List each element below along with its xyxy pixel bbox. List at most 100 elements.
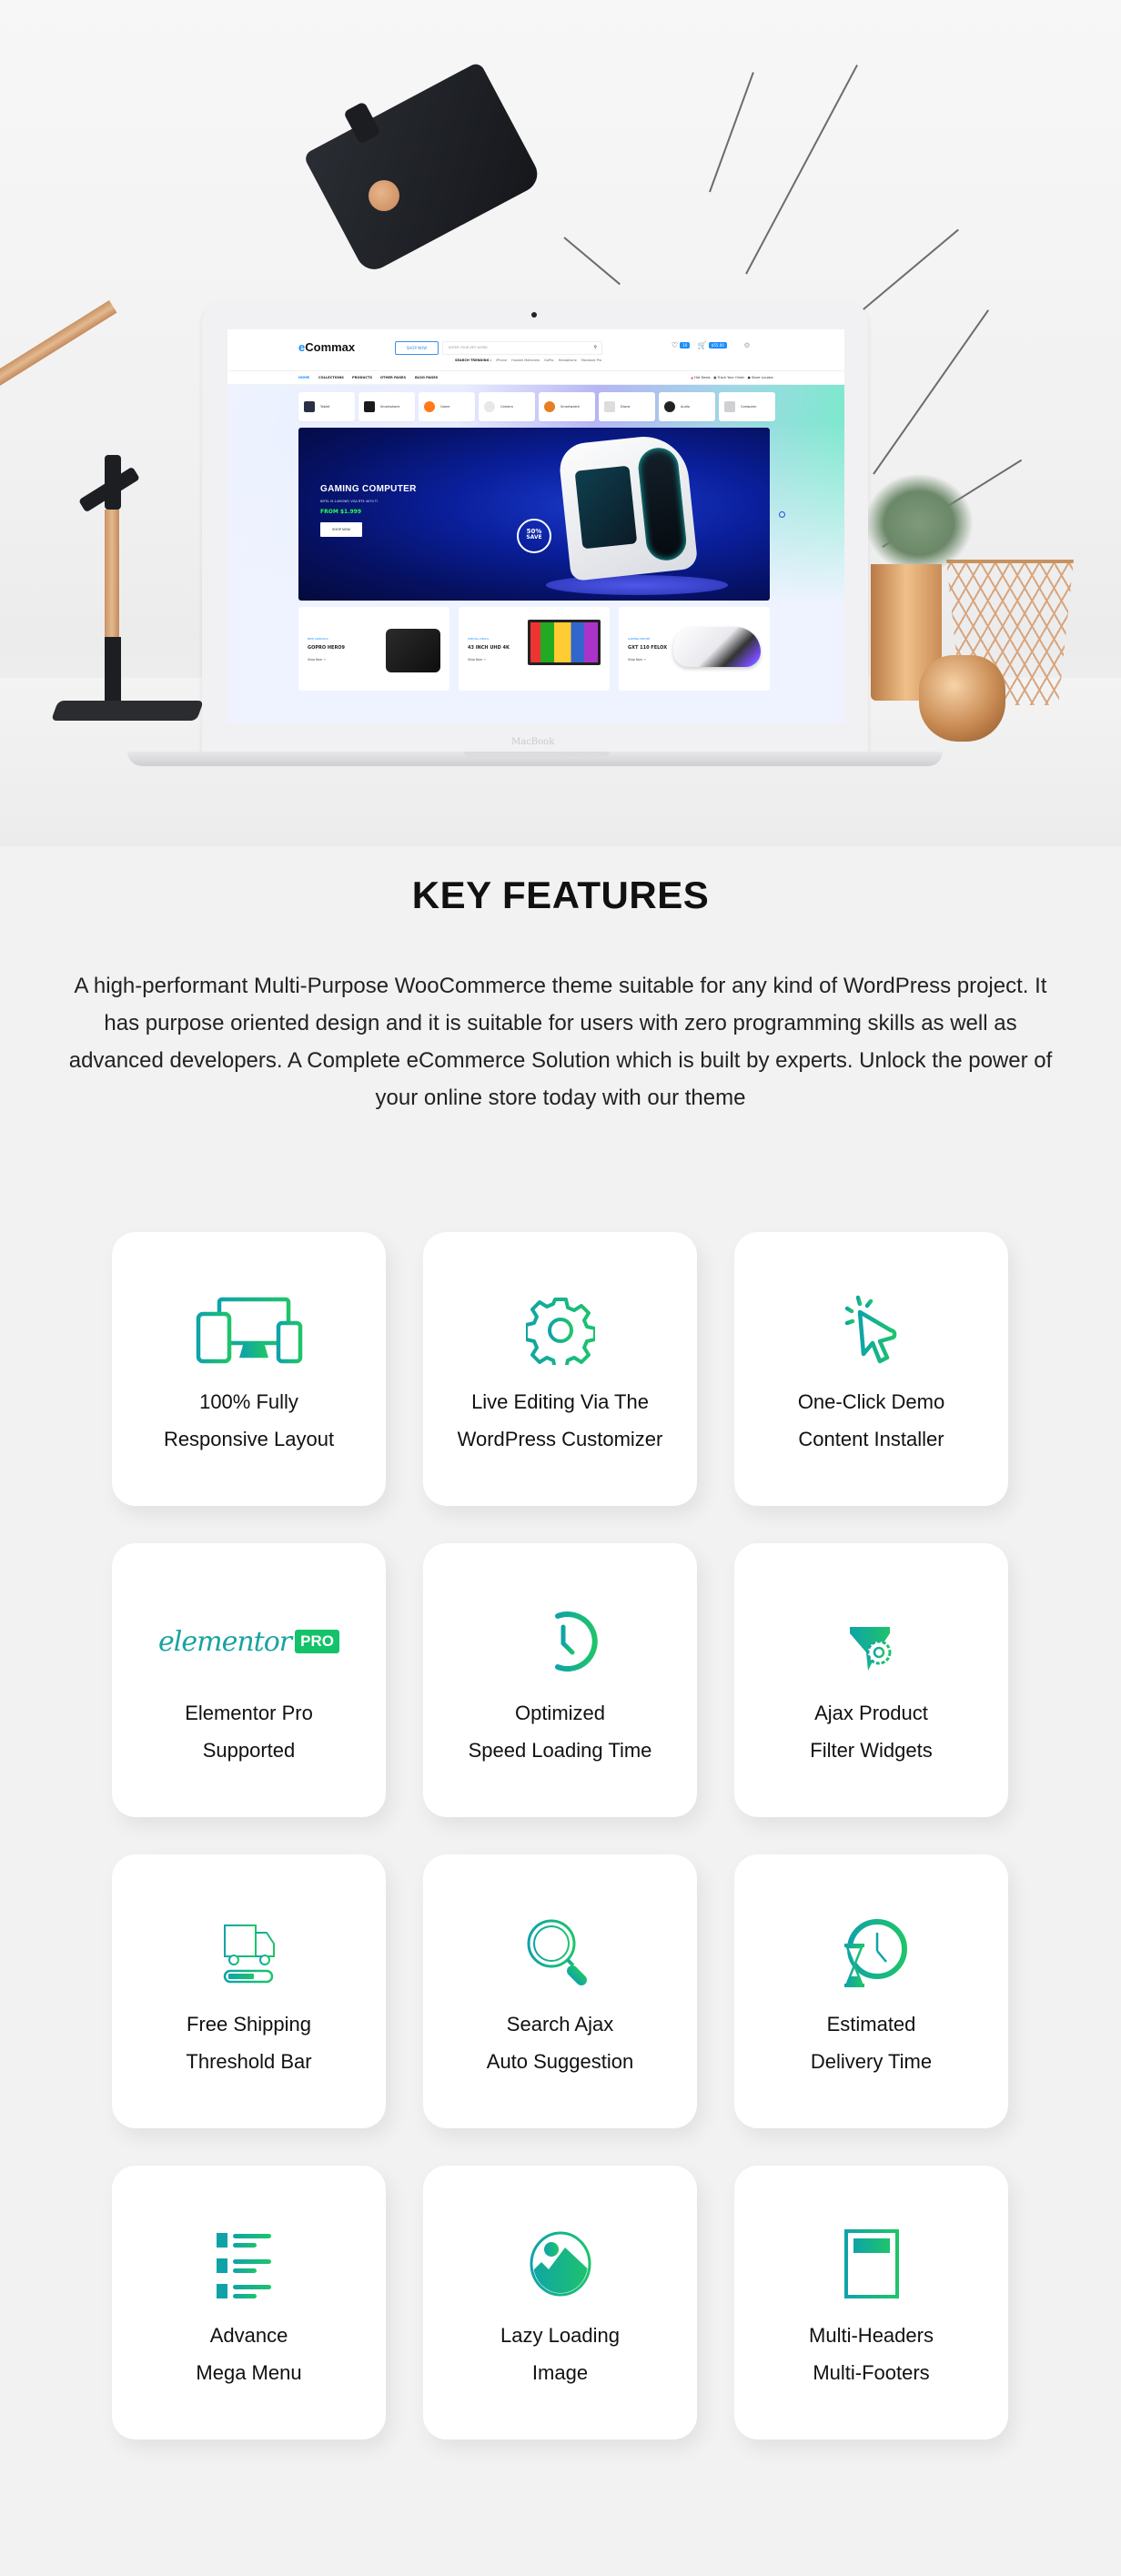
feature-card: Live Editing Via The WordPress Customizer — [423, 1232, 697, 1506]
gaming-pc-image — [557, 432, 699, 581]
fire-icon: ▲ — [691, 376, 693, 379]
cart-total: $55.00 — [708, 342, 727, 349]
pedestal-image — [546, 575, 728, 595]
section-title: KEY FEATURES — [411, 874, 710, 916]
document-layout-icon — [734, 2227, 1008, 2300]
smartwatch-thumb — [544, 401, 555, 412]
category-audio[interactable]: Audio — [659, 392, 715, 421]
save-badge: 50% SAVE — [517, 519, 551, 553]
banner-title: GAMING COMPUTER — [320, 484, 417, 494]
laptop-screen: eCommax SHOP NOW ENTER YOUR KEY WORD ⚲ S… — [227, 329, 844, 722]
trending-term[interactable]: iPhone — [496, 359, 507, 362]
image-icon — [423, 2227, 697, 2300]
laptop-notch — [464, 752, 610, 757]
category-tablet[interactable]: Tablet — [298, 392, 355, 421]
filter-gear-icon — [734, 1605, 1008, 1678]
lamp-arm — [0, 300, 117, 439]
shop-now-link[interactable]: Shop Now → — [308, 658, 326, 662]
category-computer[interactable]: Computer — [719, 392, 775, 421]
nav-collections[interactable]: COLLECTIONS — [318, 376, 344, 379]
search-icon[interactable]: ⚲ — [593, 342, 597, 354]
click-cursor-icon — [734, 1294, 1008, 1367]
laptop-brand: MacBook — [511, 737, 555, 747]
header-actions: ♡ 10 🛒 $55.00 ⚙ — [672, 341, 751, 349]
feature-card: Search Ajax Auto Suggestion — [423, 1854, 697, 2128]
mouse-image — [673, 627, 761, 667]
nav-other-pages[interactable]: OTHER PAGES — [380, 376, 406, 379]
feature-card: One-Click Demo Content Installer — [734, 1232, 1008, 1506]
gopro-image — [386, 629, 440, 672]
branch-decoration — [745, 64, 858, 275]
nav-right-links: ▲ Hot Deals ▣ Track Your Order ● Store L… — [691, 376, 773, 379]
trending-term[interactable]: Macbook Pro — [581, 359, 601, 362]
site-nav: HOME COLLECTIONS PRODUCTS OTHER PAGES BL… — [227, 371, 844, 385]
magnifier-icon — [423, 1916, 697, 1989]
search-input[interactable]: ENTER YOUR KEY WORD ⚲ — [442, 341, 602, 355]
hero-banner[interactable]: GAMING COMPUTER INTEL I9-14900KF/ VGA RT… — [298, 428, 770, 601]
tv-image — [528, 620, 601, 665]
camera-thumb — [484, 401, 495, 412]
hot-deals-link[interactable]: Hot Deals — [694, 376, 711, 379]
branch-decoration — [709, 72, 754, 193]
shop-now-link[interactable]: Shop Now → — [468, 658, 486, 662]
laptop-mockup: MacBook eCommax SHOP NOW ENTER YOUR KEY … — [202, 302, 868, 757]
webcam — [531, 312, 537, 318]
settings-icon[interactable]: ⚙ — [743, 341, 750, 349]
feature-card: Estimated Delivery Time — [734, 1854, 1008, 2128]
category-camera[interactable]: Camera — [479, 392, 535, 421]
slider-pagination-dot[interactable] — [779, 511, 785, 518]
feature-card: Optimized Speed Loading Time — [423, 1543, 697, 1817]
shop-now-link[interactable]: Shop Now → — [628, 658, 646, 662]
track-order-link[interactable]: Track Your Order — [718, 376, 745, 379]
hourglass-clock-icon — [734, 1916, 1008, 1989]
drone-thumb — [604, 401, 615, 412]
cart-icon[interactable]: 🛒 — [698, 341, 707, 349]
truck-icon: ▣ — [713, 376, 717, 379]
category-smartphone[interactable]: Smartphone — [359, 392, 415, 421]
features-grid: 100% Fully Responsive Layout Live Editing… — [112, 1232, 1009, 2440]
banner-price: FROM $1.999 — [320, 509, 362, 515]
feature-card: elementor PRO Elementor Pro Supported — [112, 1543, 386, 1817]
promo-card[interactable]: NEW ARRIVALS GOPRO HERO9 Shop Now → — [298, 607, 449, 691]
gear-icon — [423, 1294, 697, 1367]
category-row: Tablet Smartphone Game Camera Smartwatch… — [298, 392, 775, 421]
promo-row: NEW ARRIVALS GOPRO HERO9 Shop Now → SPEC… — [298, 607, 770, 691]
promo-card[interactable]: GAMING MOUSE GXT 110 FELOX Shop Now → — [619, 607, 770, 691]
location-pin-icon: ● — [747, 376, 751, 379]
nav-products[interactable]: PRODUCTS — [352, 376, 372, 379]
nav-blog-pages[interactable]: BLOG PAGES — [415, 376, 438, 379]
branch-decoration — [563, 237, 621, 286]
trending-term[interactable]: GoPro — [544, 359, 553, 362]
branch-decoration — [873, 309, 990, 475]
promo-card[interactable]: SPECIAL DEALS 43 INCH UHD 4K Shop Now → — [459, 607, 610, 691]
lamp-shade — [302, 61, 544, 276]
copper-vase — [919, 655, 1005, 742]
smartphone-thumb — [364, 401, 375, 412]
hero-section: MacBook eCommax SHOP NOW ENTER YOUR KEY … — [0, 0, 1121, 846]
nav-home[interactable]: HOME — [298, 376, 309, 379]
banner-shop-now-button[interactable]: SHOP NOW — [320, 522, 362, 537]
category-drone[interactable]: Drone — [599, 392, 655, 421]
lamp-stem — [105, 637, 121, 710]
feature-card: 100% Fully Responsive Layout — [112, 1232, 386, 1506]
trending-term[interactable]: Huawei Mateview — [511, 359, 540, 362]
headphone-thumb — [664, 401, 675, 412]
truck-progress-icon — [112, 1916, 386, 1989]
plant-foliage — [864, 473, 974, 573]
elementor-pro-logo: elementor PRO — [112, 1605, 386, 1678]
trending-term[interactable]: Headphone — [559, 359, 577, 362]
lamp-knob — [369, 180, 399, 211]
list-menu-icon — [112, 2227, 386, 2300]
site-logo[interactable]: eCommax — [298, 340, 355, 354]
store-locator-link[interactable]: Store Locator — [752, 376, 773, 379]
category-smartwatch[interactable]: Smartwatch — [539, 392, 595, 421]
search-trending: SEARCH TRENDING : iPhone Huawei Mateview… — [455, 359, 602, 362]
section-description: A high-performant Multi-Purpose WooComme… — [68, 974, 1053, 1110]
feature-card: Ajax Product Filter Widgets — [734, 1543, 1008, 1817]
feature-card: Free Shipping Threshold Bar — [112, 1854, 386, 2128]
shop-now-button[interactable]: SHOP NOW — [395, 341, 439, 355]
feature-card: Advance Mega Menu — [112, 2166, 386, 2440]
wishlist-icon[interactable]: ♡ — [672, 341, 678, 349]
category-game[interactable]: Game — [419, 392, 475, 421]
banner-subtitle: INTEL I9-14900KF/ VGA RTX 4070 TI — [320, 500, 378, 503]
